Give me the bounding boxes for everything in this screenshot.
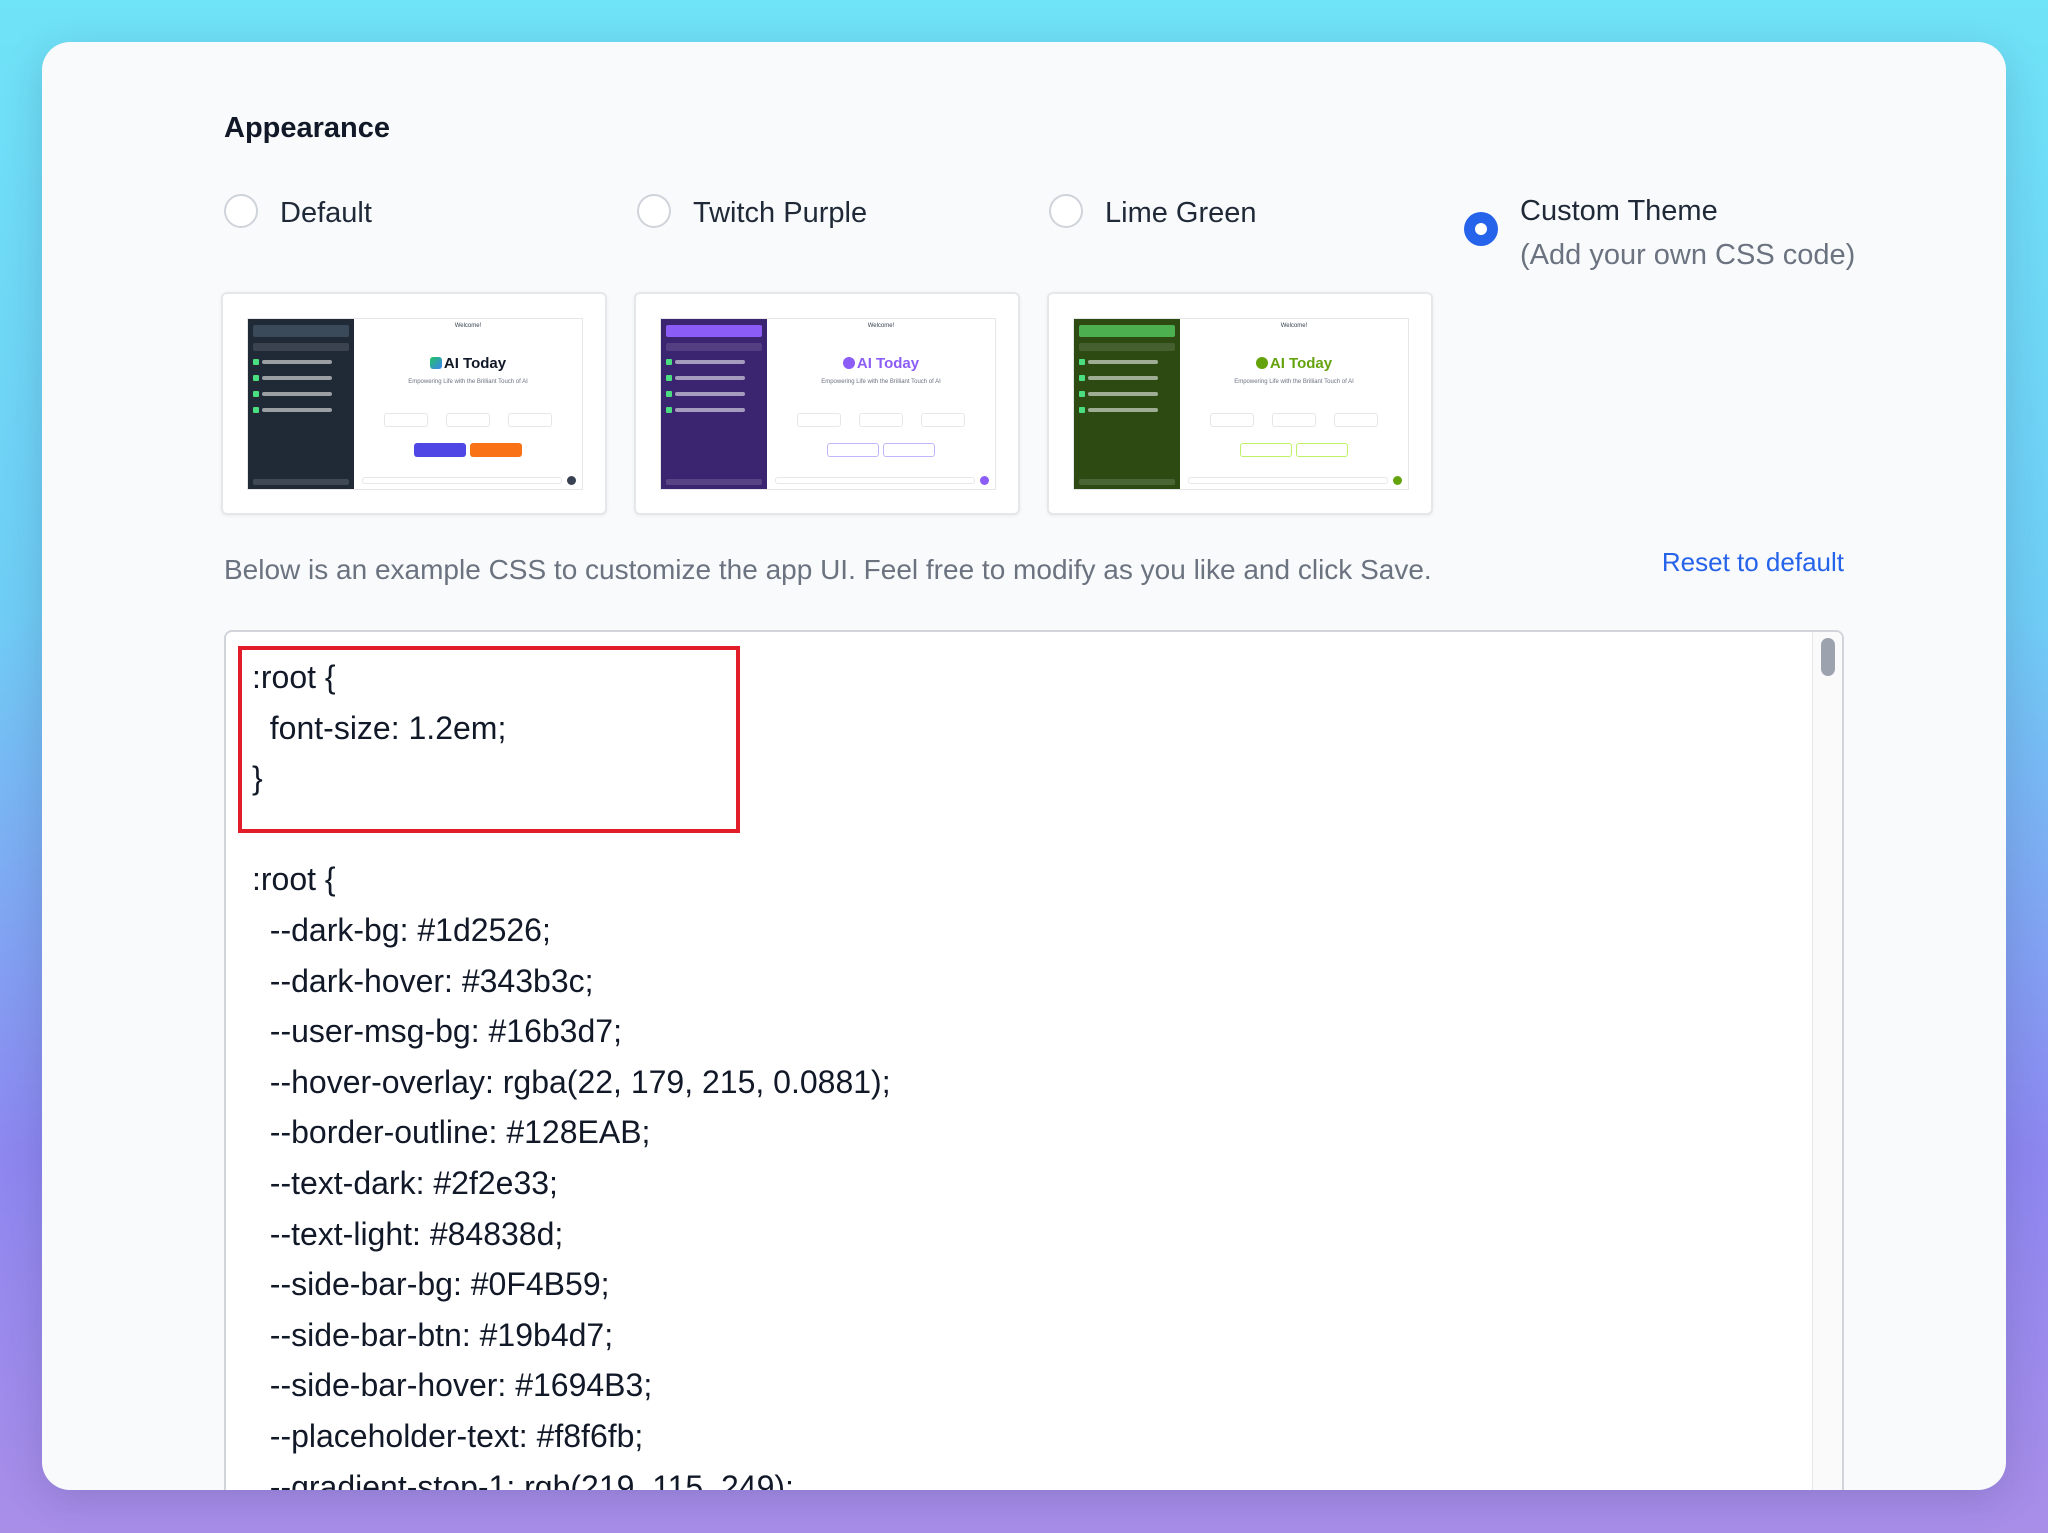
- radio-default[interactable]: [224, 194, 258, 228]
- radio-twitch-purple[interactable]: [637, 194, 671, 228]
- preview-mock-lime-green: Welcome! AI Today Empowering Life with t…: [1073, 318, 1409, 490]
- editor-scrollbar-thumb[interactable]: [1821, 638, 1835, 676]
- theme-sublabel-custom: (Add your own CSS code): [1520, 239, 1856, 271]
- app-logo-icon: [429, 357, 442, 369]
- theme-label-default: Default: [280, 197, 372, 229]
- preview-mock-twitch-purple: Welcome! AI Today Empowering Life with t…: [660, 318, 996, 490]
- preview-mock-default: Welcome! AI Today Empowering Life with t…: [247, 318, 583, 490]
- theme-label-lime-green: Lime Green: [1105, 197, 1257, 229]
- radio-lime-green[interactable]: [1049, 194, 1083, 228]
- theme-option-custom[interactable]: Custom Theme (Add your own CSS code): [1464, 190, 1855, 278]
- theme-option-lime-green[interactable]: Lime Green: [1049, 192, 1257, 234]
- preview-card-lime-green[interactable]: Welcome! AI Today Empowering Life with t…: [1047, 292, 1433, 515]
- app-logo-icon: [842, 357, 855, 369]
- theme-label-custom: Custom Theme: [1520, 195, 1718, 227]
- preview-card-default[interactable]: Welcome! AI Today Empowering Life with t…: [221, 292, 607, 515]
- settings-window: Appearance Default Twitch Purple Lime Gr…: [42, 42, 2006, 1490]
- theme-label-twitch-purple: Twitch Purple: [693, 197, 868, 229]
- radio-custom-theme[interactable]: [1464, 212, 1498, 246]
- css-code-editor[interactable]: :root { font-size: 1.2em; } :root { --da…: [224, 630, 1844, 1490]
- reset-to-default-link[interactable]: Reset to default: [1662, 547, 1844, 578]
- preview-main: Welcome! AI Today Empowering Life with t…: [354, 319, 582, 489]
- helper-text: Below is an example CSS to customize the…: [224, 554, 1432, 585]
- app-logo-icon: [1255, 357, 1268, 369]
- theme-option-twitch-purple[interactable]: Twitch Purple: [637, 192, 867, 234]
- appearance-title: Appearance: [224, 112, 391, 144]
- editor-scrollbar[interactable]: [1812, 632, 1842, 1490]
- preview-sidebar: [661, 319, 767, 489]
- css-code-text[interactable]: :root { font-size: 1.2em; } :root { --da…: [252, 652, 891, 1490]
- preview-main: Welcome! AI Today Empowering Life with t…: [1180, 319, 1408, 489]
- theme-option-default[interactable]: Default: [224, 192, 372, 234]
- preview-sidebar: [1074, 319, 1180, 489]
- preview-card-twitch-purple[interactable]: Welcome! AI Today Empowering Life with t…: [634, 292, 1020, 515]
- preview-main: Welcome! AI Today Empowering Life with t…: [767, 319, 995, 489]
- preview-sidebar: [248, 319, 354, 489]
